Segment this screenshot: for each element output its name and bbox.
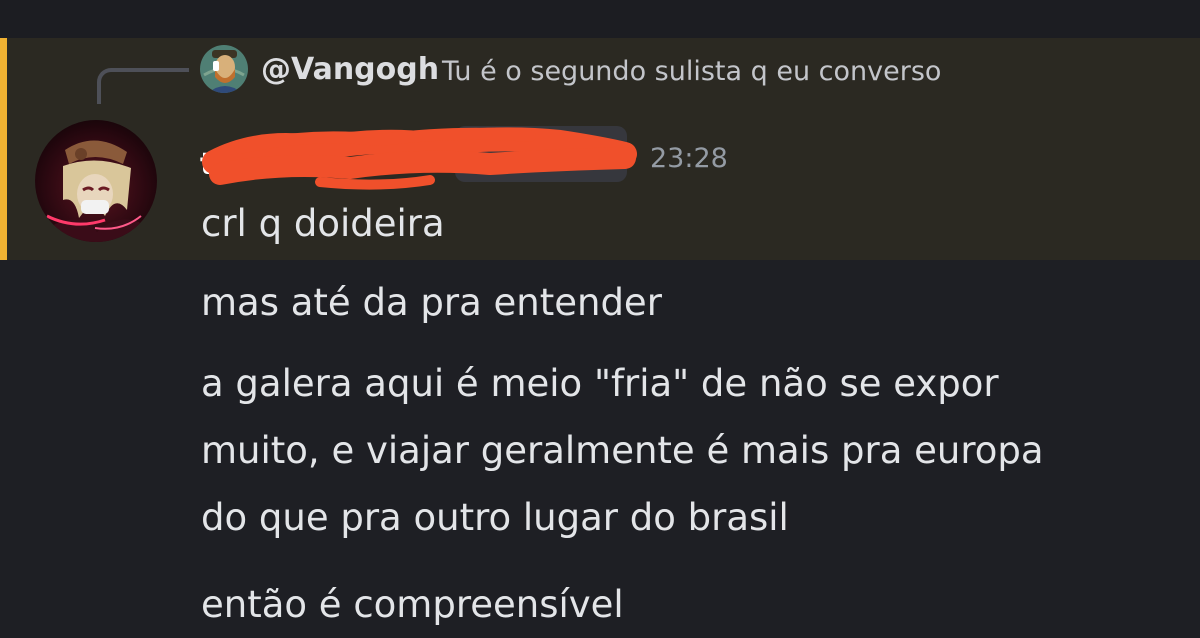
redacted-author-name: t [200, 127, 637, 190]
message-line: crl q doideira [201, 202, 445, 245]
message-line: do que pra outro lugar do brasil [201, 496, 789, 539]
reply-preview-text[interactable]: Tu é o segundo sulista q eu converso [442, 52, 941, 92]
message-line: então é compreensível [201, 583, 624, 626]
message-line: a galera aqui é meio "fria" de não se ex… [201, 362, 999, 405]
message-paragraph: a galera aqui é meio "fria" de não se ex… [201, 350, 1044, 551]
anime-character-avatar-icon [35, 120, 157, 242]
reply-connector-line [97, 68, 189, 104]
reply-author-avatar[interactable] [200, 45, 248, 93]
mention-indicator-bar [0, 38, 7, 260]
message-line: mas até da pra entender [201, 281, 662, 324]
message-timestamp[interactable]: 23:28 [650, 139, 728, 179]
vangogh-portrait-icon [200, 45, 248, 93]
previous-message-area [0, 0, 1200, 38]
message-line: muito, e viajar geralmente é mais pra eu… [201, 429, 1044, 472]
message-author-avatar[interactable] [35, 120, 157, 242]
reply-author-name[interactable]: @Vangogh [261, 50, 439, 90]
